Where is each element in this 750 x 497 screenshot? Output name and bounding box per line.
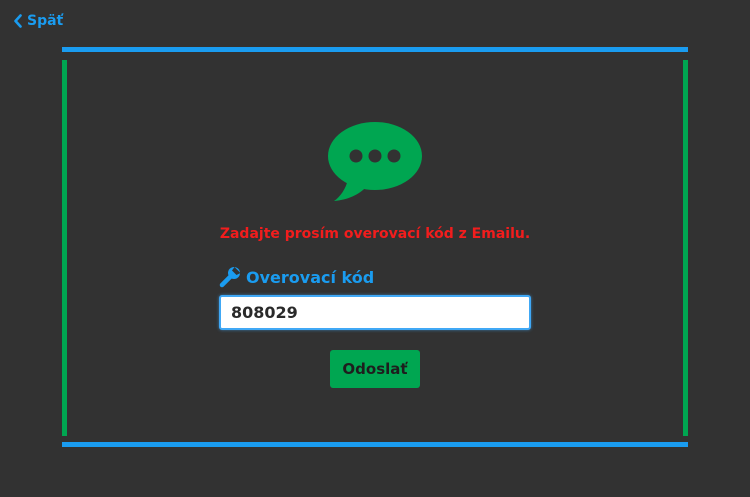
bottom-border-bar [62,442,688,447]
chat-bubble-ellipsis-icon [326,121,424,203]
back-link[interactable]: Späť [13,12,63,30]
wrench-icon [219,266,241,288]
chevron-left-icon [13,14,23,28]
top-border-bar [62,47,688,52]
verification-code-label: Overovací kód [219,265,374,289]
back-link-label: Späť [27,13,64,29]
verification-code-input[interactable] [219,295,531,330]
left-border-bar [62,60,67,436]
submit-button[interactable]: Odoslať [330,350,420,388]
verification-message: Zadajte prosím overovací kód z Emailu. [219,226,531,242]
right-border-bar [683,60,688,436]
verification-code-label-text: Overovací kód [246,267,375,287]
